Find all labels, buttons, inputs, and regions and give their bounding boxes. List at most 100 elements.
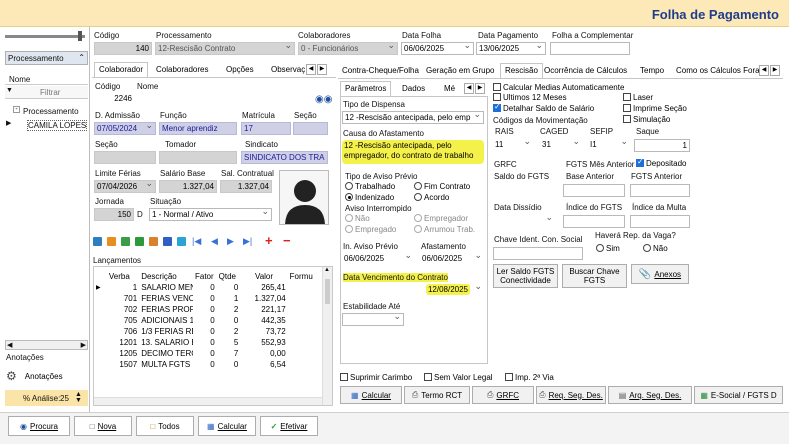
data-pagamento-field[interactable]: 13/06/2025 [476, 42, 546, 55]
splitter-handle[interactable] [78, 31, 82, 41]
table-cell[interactable]: 701 [107, 293, 139, 304]
table-cell[interactable]: ADICIONAIS 1/3 [139, 315, 193, 326]
table-cell[interactable]: 73,72 [240, 326, 287, 337]
table-cell[interactable]: 2 [217, 304, 241, 315]
depositado-checkbox[interactable]: Depositado [636, 157, 686, 168]
scroll-right-icon[interactable]: ▶ [81, 341, 86, 349]
funcao-field[interactable]: Menor aprendiz [159, 122, 237, 135]
tab-scroll-right-icon[interactable]: ▶ [317, 64, 327, 75]
first-record-icon[interactable]: |◀ [192, 236, 201, 247]
table-cell[interactable] [288, 293, 320, 304]
detalhar-saldo-checkbox[interactable]: Detalhar Saldo de Salário [493, 102, 594, 113]
todos-button[interactable]: □ Todos [136, 416, 194, 436]
havera-sim-radio[interactable]: Sim [596, 244, 620, 253]
table-cell[interactable]: 6,54 [240, 359, 287, 370]
table-row[interactable]: 120113. SALARIO EN05552,93 [94, 337, 320, 348]
col-descricao[interactable]: Descrição [139, 271, 193, 282]
sem-valor-legal-checkbox[interactable]: Sem Valor Legal [424, 373, 493, 382]
next-record-icon[interactable]: ▶ [227, 236, 234, 247]
sal-contratual-field[interactable]: 1.327,04 [220, 180, 272, 193]
imp-2via-checkbox[interactable]: Imp. 2ª Via [505, 373, 554, 382]
table-cell[interactable] [288, 337, 320, 348]
aviso-acordo-radio[interactable]: Acordo [414, 193, 449, 202]
admissao-field[interactable]: 07/05/2024 [94, 122, 156, 135]
col-verba[interactable]: Verba [106, 271, 140, 282]
table-cell[interactable]: 0 [193, 337, 217, 348]
table-cell[interactable] [288, 315, 320, 326]
indice-multa-field[interactable] [630, 215, 690, 228]
inicio-aviso-field[interactable]: 06/06/2025 [342, 253, 414, 266]
table-row[interactable]: ▶1SALARIO MENS00265,41 [94, 282, 320, 293]
person-card-icon[interactable] [149, 237, 158, 246]
table-cell[interactable] [288, 282, 320, 293]
calcular-button[interactable]: ▦ Calcular [198, 416, 256, 436]
ler-saldo-fgts-button[interactable]: Ler Saldo FGTS Conectividade [493, 264, 558, 288]
laser-checkbox[interactable]: Laser [623, 93, 653, 102]
limite-ferias-field[interactable]: 07/04/2026 [94, 180, 156, 193]
matricula-field[interactable]: 17 [241, 122, 291, 135]
esocial-button[interactable]: ▦ E-Social / FGTS D [694, 386, 783, 404]
table-cell[interactable] [288, 304, 320, 315]
tipo-dispensa-select[interactable]: 12 -Rescisão antecipada, pelo emp [342, 111, 484, 124]
list-item[interactable]: ▶ CAMILA LOPES [5, 118, 88, 131]
situacao-select[interactable]: 1 - Normal / Ativo [149, 208, 272, 221]
table-cell[interactable]: 1205 [107, 348, 139, 359]
nova-button[interactable]: □ Nova [74, 416, 132, 436]
tomador-field[interactable] [159, 151, 237, 164]
right-tab-right-icon[interactable]: ▶ [770, 65, 780, 76]
chave-field[interactable] [493, 247, 583, 260]
sefip-select[interactable]: I1 [588, 139, 630, 152]
col-codigo-field[interactable]: 2246 [94, 93, 134, 106]
left-hscrollbar[interactable]: ◀ ▶ [5, 340, 88, 350]
tab-scroll-left-icon[interactable]: ◀ [306, 64, 316, 75]
add-record-icon[interactable]: + [265, 233, 273, 248]
table-cell[interactable]: 1201 [107, 337, 139, 348]
indice-fgts-field[interactable] [563, 215, 625, 228]
ruler-icon[interactable] [107, 237, 116, 246]
grfc-button[interactable]: ⎙ GRFC [472, 386, 534, 404]
table-cell[interactable]: 1/3 FERIAS RES [139, 326, 193, 337]
buscar-chave-button[interactable]: Buscar Chave FGTS [562, 264, 627, 288]
analise-value[interactable]: 25 [60, 394, 69, 403]
processamento-select[interactable]: 12-Rescisão Contrato [155, 42, 295, 55]
col-qtde[interactable]: Qtde [216, 271, 241, 282]
jornada-field[interactable]: 150 [94, 208, 134, 221]
colaboradores-select[interactable]: 0 - Funcionários [298, 42, 398, 55]
table-cell[interactable]: 5 [217, 337, 241, 348]
prev-record-icon[interactable]: ◀ [211, 236, 218, 247]
tab-observacoes[interactable]: Observaç [267, 63, 309, 77]
delete-record-icon[interactable]: − [283, 233, 291, 248]
subtab-right-icon[interactable]: ▶ [475, 83, 485, 94]
tree-item-processamento[interactable]: - Processamento [5, 105, 88, 117]
interrompido-empregador-radio[interactable]: Empregador [414, 214, 468, 223]
tab-colaboradores[interactable]: Colaboradores [152, 63, 212, 77]
table-cell[interactable]: 0 [193, 359, 217, 370]
table-cell[interactable]: 0 [217, 359, 241, 370]
interrompido-nao-radio[interactable]: Não [345, 214, 370, 223]
scroll-left-icon[interactable]: ◀ [7, 341, 12, 349]
table-row[interactable]: 7061/3 FERIAS RES0273,72 [94, 326, 320, 337]
interrompido-empregado-radio[interactable]: Empregado [345, 225, 396, 234]
table-cell[interactable]: SALARIO MENS [139, 282, 193, 293]
req-seg-des-button[interactable]: ⎙ Req. Seg. Des. [536, 386, 606, 404]
tab-parametros[interactable]: Parâmetros [340, 81, 392, 96]
table-cell[interactable]: 0 [193, 304, 217, 315]
table-cell[interactable]: 552,93 [240, 337, 287, 348]
filter-row[interactable]: ▼ Filtrar [5, 86, 88, 99]
termo-rct-button[interactable]: ⎙ Termo RCT [404, 386, 470, 404]
table-row[interactable]: 701FERIAS VENCID011.327,04 [94, 293, 320, 304]
tab-dados[interactable]: Dados [398, 82, 429, 96]
name-column-header[interactable]: Nome [5, 73, 88, 85]
table-cell[interactable]: 7 [217, 348, 241, 359]
estabilidade-field[interactable] [342, 313, 404, 326]
grid-icon[interactable] [121, 237, 130, 246]
data-dissidio-field[interactable] [493, 215, 555, 228]
vencimento-field[interactable]: 12/08/2025 [342, 284, 484, 297]
right-tab-left-icon[interactable]: ◀ [759, 65, 769, 76]
table-row[interactable]: 1507 MULTA FGTS 0 0 6,54 [94, 359, 320, 370]
col-valor[interactable]: Valor [240, 271, 288, 282]
table-cell[interactable]: 0 [193, 282, 217, 293]
arq-seg-des-button[interactable]: ▤ Arq. Seg. Des. [608, 386, 692, 404]
table-cell[interactable]: 0 [193, 348, 217, 359]
table-cell[interactable]: 702 [107, 304, 139, 315]
